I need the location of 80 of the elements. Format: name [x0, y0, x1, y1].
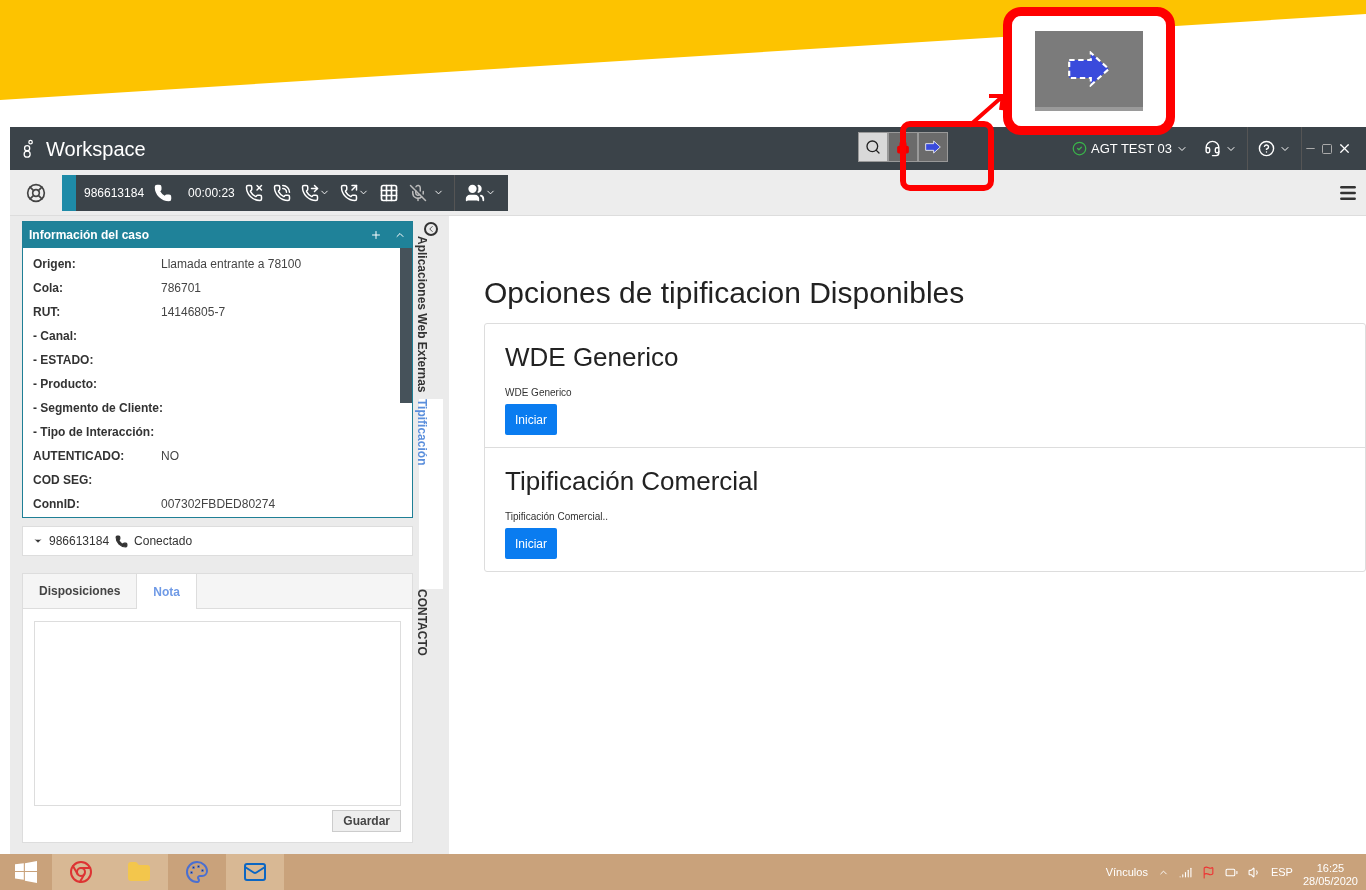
collapse-icon	[424, 222, 438, 236]
end-call-button[interactable]	[244, 183, 263, 202]
consult-button[interactable]	[339, 183, 369, 202]
option-title: WDE Generico	[505, 341, 680, 374]
field-value: 007302FBDED80274	[161, 496, 276, 513]
plus-icon	[370, 229, 382, 241]
window-title: Workspace	[46, 136, 146, 162]
call-timer: 00:00:23	[188, 184, 235, 202]
agent-status-menu[interactable]: AGT TEST 03	[1066, 138, 1194, 159]
folder-icon	[127, 860, 151, 884]
option-description: Tipificación Comercial..	[505, 510, 609, 524]
party-button[interactable]	[453, 174, 496, 211]
volume-icon	[1247, 865, 1261, 879]
transfer-button[interactable]	[300, 183, 330, 202]
clock-date: 28/05/2020	[1302, 875, 1358, 888]
field-label: - ESTADO:	[33, 352, 95, 369]
keypad-icon	[378, 182, 399, 203]
option-description: WDE Generico	[505, 386, 573, 400]
phone-icon	[115, 534, 129, 548]
side-tab[interactable]: CONTACTO	[419, 588, 443, 656]
save-button[interactable]: Guardar	[332, 810, 401, 832]
field-value: NO	[161, 448, 179, 465]
panel-title: Información del caso	[29, 227, 150, 244]
signal-icon	[1178, 865, 1192, 879]
start-button[interactable]: Iniciar	[505, 528, 557, 559]
logo-icon	[22, 138, 34, 159]
phone-icon	[339, 183, 358, 202]
mic-off-icon	[408, 183, 427, 202]
mute-button[interactable]	[408, 183, 444, 202]
arrow-icon	[924, 139, 941, 154]
field-label: AUTENTICADO:	[33, 448, 126, 465]
phone-x-icon	[244, 183, 263, 202]
phone-arrow-icon	[300, 183, 319, 202]
browser-icon	[69, 860, 93, 884]
toolbar-label: Vínculos	[1105, 864, 1148, 880]
start-button[interactable]: Iniciar	[505, 404, 557, 435]
call-status: Conectado	[134, 533, 193, 550]
phone-icon	[154, 183, 173, 202]
field-value: 786701	[161, 280, 202, 297]
headset-icon	[1204, 140, 1221, 157]
add-button[interactable]	[370, 229, 382, 241]
field-label: COD SEG:	[33, 472, 94, 489]
keypad-button[interactable]	[378, 182, 399, 203]
clock-time: 16:25	[1316, 862, 1345, 875]
scrollbar-thumb[interactable]	[400, 248, 412, 403]
hold-button[interactable]	[272, 183, 291, 202]
taskbar-app[interactable]	[226, 854, 284, 890]
people-icon	[464, 182, 485, 203]
field-label: ConnID:	[33, 496, 81, 513]
field-label: - Segmento de Cliente:	[33, 400, 161, 417]
flag-icon	[1201, 865, 1215, 879]
language-indicator: ESP	[1270, 864, 1293, 880]
field-label: Cola:	[33, 280, 64, 297]
maximize-button[interactable]	[1319, 142, 1335, 155]
collapse-button[interactable]	[424, 222, 438, 236]
windows-icon	[15, 861, 37, 883]
note-field[interactable]	[34, 621, 401, 806]
field-label: - Producto:	[33, 376, 98, 393]
check-icon	[1072, 141, 1088, 156]
help-icon	[1258, 140, 1275, 157]
field-value: Llamada entrante a 78100	[161, 256, 302, 273]
field-label: - Tipo de Interacción:	[33, 424, 156, 441]
field-label: Origen:	[33, 256, 77, 273]
mail-icon	[243, 860, 267, 884]
caret-icon	[33, 536, 43, 546]
lifebuoy-icon	[26, 182, 46, 203]
field-label: RUT:	[33, 304, 62, 321]
phone-clock-icon	[272, 183, 291, 202]
page-heading: Opciones de tipificacion Disponibles	[484, 275, 966, 311]
search-icon	[864, 138, 881, 155]
search-button[interactable]	[857, 131, 888, 162]
phone-number: 986613184	[84, 184, 145, 202]
forward-button[interactable]	[917, 131, 948, 162]
maximize-icon	[1321, 142, 1333, 155]
palette-icon	[185, 860, 209, 884]
field-label: - Canal:	[33, 328, 78, 345]
field-value: 14146805-7	[161, 304, 226, 321]
option-title: Tipificación Comercial	[505, 465, 760, 498]
phone-number: 986613184	[49, 533, 110, 550]
close-icon	[1337, 141, 1352, 156]
